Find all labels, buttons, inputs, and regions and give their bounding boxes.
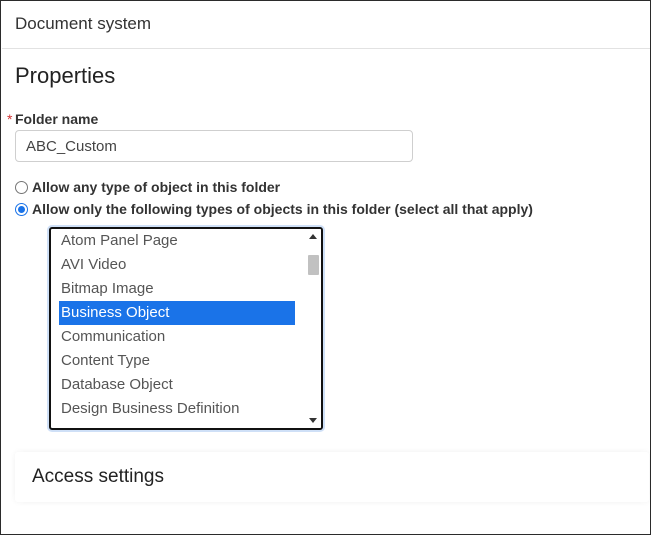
required-indicator: *: [7, 111, 13, 127]
list-item[interactable]: Database Object: [51, 373, 303, 397]
radio-button-checked[interactable]: [15, 202, 28, 216]
dialog-frame: Document system Properties * Folder name…: [0, 0, 651, 535]
folder-name-input[interactable]: [15, 130, 413, 162]
object-type-listbox[interactable]: Atom Panel Page AVI Video Bitmap Image B…: [49, 227, 323, 430]
dialog-header: Document system: [2, 2, 650, 49]
access-settings-title: Access settings: [32, 466, 164, 487]
radio-button-unchecked[interactable]: [15, 180, 28, 194]
radio-allow-any-label: Allow any type of object in this folder: [32, 179, 281, 195]
list-item[interactable]: Content Type: [51, 349, 303, 373]
radio-allow-any[interactable]: Allow any type of object in this folder: [15, 179, 280, 195]
folder-name-label: Folder name: [15, 111, 99, 127]
list-item[interactable]: Communication: [51, 325, 303, 349]
list-item[interactable]: Design Business Definition: [51, 397, 303, 421]
scroll-thumb[interactable]: [308, 255, 319, 275]
list-item[interactable]: Atom Panel Page: [51, 229, 303, 253]
object-type-list: Atom Panel Page AVI Video Bitmap Image B…: [51, 229, 303, 421]
list-item[interactable]: AVI Video: [51, 253, 303, 277]
list-item[interactable]: Bitmap Image: [51, 277, 303, 301]
radio-allow-only[interactable]: Allow only the following types of object…: [15, 201, 533, 217]
listbox-scrollbar[interactable]: [305, 229, 321, 428]
radio-allow-only-label: Allow only the following types of object…: [32, 201, 533, 217]
scroll-down-arrow-icon[interactable]: [309, 418, 317, 423]
scroll-up-arrow-icon[interactable]: [309, 234, 317, 239]
header-title: Document system: [15, 14, 152, 33]
access-settings-panel[interactable]: Access settings: [15, 452, 649, 502]
properties-title: Properties: [15, 63, 116, 88]
list-item-selected[interactable]: Business Object: [59, 301, 295, 325]
